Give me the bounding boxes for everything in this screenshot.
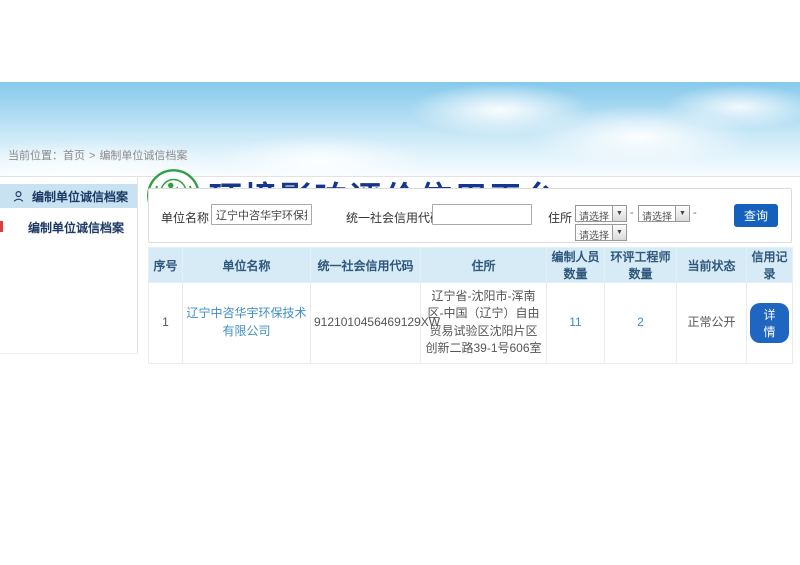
sidebar: 编制单位诚信档案 编制单位诚信档案 xyxy=(0,178,138,354)
sidebar-item-label: 编制单位诚信档案 xyxy=(28,221,124,235)
credit-code-input[interactable] xyxy=(432,204,532,225)
page: MEE 环境影响评价信用平台 当前位置：首页>编制单位诚信档案 编制单位诚信档案… xyxy=(0,0,800,565)
breadcrumb: 当前位置：首页 > 编制单位诚信档案 xyxy=(8,147,187,163)
results-table: 序号 单位名称 统一社会信用代码 住所 编制人员数量 环评工程师数量 当前状态 … xyxy=(148,247,793,364)
detail-button[interactable]: 详情 xyxy=(750,303,789,343)
district-select-value: 请选择 xyxy=(576,225,612,240)
header-credit-code: 统一社会信用代码 xyxy=(311,248,421,283)
cell-address: 辽宁省-沈阳市-浑南区-中国（辽宁）自由贸易试验区沈阳片区创新二路39-1号60… xyxy=(421,283,547,364)
breadcrumb-prefix: 当前位置： xyxy=(8,150,63,162)
chevron-down-icon: ▼ xyxy=(612,206,626,221)
breadcrumb-home-link[interactable]: 首页 xyxy=(63,150,85,162)
header-credit-record: 信用记录 xyxy=(747,248,793,283)
active-item-marker xyxy=(0,221,3,232)
sidebar-header: 编制单位诚信档案 xyxy=(0,184,137,208)
staff-count-link[interactable]: 11 xyxy=(569,315,581,329)
table-header-row: 序号 单位名称 统一社会信用代码 住所 编制人员数量 环评工程师数量 当前状态 … xyxy=(149,248,793,283)
header-engineer-count: 环评工程师数量 xyxy=(605,248,677,283)
header-index: 序号 xyxy=(149,248,183,283)
sidebar-item-credit-archive[interactable]: 编制单位诚信档案 xyxy=(0,219,137,236)
select-separator: - xyxy=(630,207,634,219)
header-staff-count: 编制人员数量 xyxy=(547,248,605,283)
breadcrumb-current: 编制单位诚信档案 xyxy=(99,150,187,162)
cell-status: 正常公开 xyxy=(677,283,747,364)
table-row: 1 辽宁中咨华宇环保技术有限公司 9121010456469129XW 辽宁省-… xyxy=(149,283,793,364)
district-select[interactable]: 请选择 ▼ xyxy=(575,224,627,241)
engineer-count-link[interactable]: 2 xyxy=(637,315,644,329)
header-unit-name: 单位名称 xyxy=(183,248,311,283)
province-select-value: 请选择 xyxy=(576,206,612,221)
person-icon xyxy=(12,190,25,203)
search-form: 单位名称 ： 统一社会信用代码 ： 住所 ： 请选择 ▼ - 请选择 ▼ - 请… xyxy=(148,188,792,243)
chevron-down-icon: ▼ xyxy=(612,225,626,240)
cell-index: 1 xyxy=(149,283,183,364)
city-select-value: 请选择 xyxy=(639,206,675,221)
cell-credit-code: 9121010456469129XW xyxy=(311,283,421,364)
search-button[interactable]: 查询 xyxy=(734,204,778,227)
breadcrumb-separator: > xyxy=(89,150,95,162)
province-select[interactable]: 请选择 ▼ xyxy=(575,205,627,222)
header-status: 当前状态 xyxy=(677,248,747,283)
city-select[interactable]: 请选择 ▼ xyxy=(638,205,690,222)
select-separator: - xyxy=(693,207,697,219)
chevron-down-icon: ▼ xyxy=(675,206,689,221)
unit-name-link[interactable]: 辽宁中咨华宇环保技术有限公司 xyxy=(186,306,306,337)
sidebar-header-label: 编制单位诚信档案 xyxy=(32,188,128,205)
header-address: 住所 xyxy=(421,248,547,283)
unit-name-input[interactable] xyxy=(211,204,312,225)
